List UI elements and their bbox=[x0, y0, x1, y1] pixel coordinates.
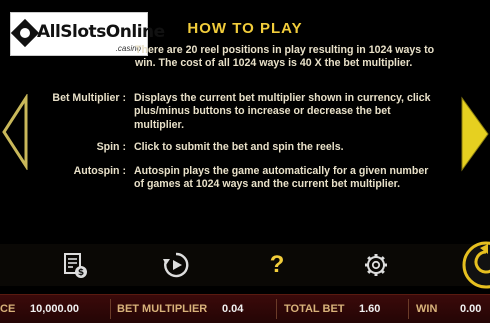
settings-icon[interactable] bbox=[361, 250, 391, 280]
next-page-arrow-icon[interactable] bbox=[458, 94, 490, 174]
bet-multiplier-status-label: BET MULTIPLIER bbox=[117, 303, 208, 315]
autoplay-icon[interactable] bbox=[161, 250, 191, 280]
bet-multiplier-value: 0.04 bbox=[222, 303, 244, 315]
status-divider bbox=[110, 299, 111, 319]
spin-desc: Click to submit the bet and spin the ree… bbox=[134, 141, 344, 153]
bottom-toolbar: $ ? bbox=[0, 244, 490, 286]
previous-page-arrow-icon[interactable] bbox=[0, 94, 30, 170]
help-screen: AllSlotsOnline .casino HOW TO PLAY There… bbox=[0, 0, 490, 323]
status-bar: CE 10,000.00 BET MULTIPLIER 0.04 TOTAL B… bbox=[0, 294, 490, 323]
status-divider bbox=[276, 299, 277, 319]
spin-arrow-icon[interactable] bbox=[450, 240, 490, 290]
balance-value: 10,000.00 bbox=[30, 303, 79, 315]
bet-multiplier-desc: Displays the current bet multiplier show… bbox=[134, 92, 431, 131]
win-label: WIN bbox=[416, 303, 438, 315]
win-value: 0.00 bbox=[460, 303, 482, 315]
balance-label: CE bbox=[0, 303, 16, 315]
help-icon[interactable]: ? bbox=[262, 250, 292, 280]
help-intro: There are 20 reel positions in play resu… bbox=[135, 44, 435, 70]
page-title: HOW TO PLAY bbox=[187, 20, 303, 37]
total-bet-label: TOTAL BET bbox=[284, 303, 345, 315]
total-bet-value: 1.60 bbox=[359, 303, 381, 315]
paytable-dollar-icon[interactable]: $ bbox=[59, 250, 89, 280]
svg-text:$: $ bbox=[78, 268, 84, 278]
status-divider bbox=[408, 299, 409, 319]
autospin-desc: Autospin plays the game automatically fo… bbox=[134, 165, 429, 191]
